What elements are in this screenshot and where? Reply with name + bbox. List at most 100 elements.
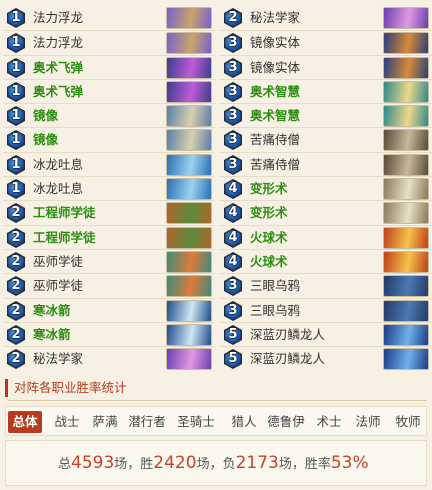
- deck-card-row[interactable]: 3 奥术智慧: [220, 78, 432, 103]
- class-tab[interactable]: 圣骑士: [174, 411, 218, 433]
- card-name[interactable]: 火球术: [250, 230, 288, 246]
- card-name[interactable]: 镜像: [33, 108, 58, 124]
- class-tab[interactable]: 法师: [351, 411, 385, 433]
- card-name[interactable]: 冰龙吐息: [33, 181, 83, 197]
- sorcerer-apprentice-art: [166, 275, 212, 298]
- mana-gem-icon: 3: [222, 105, 244, 127]
- class-tab[interactable]: 萨满: [88, 411, 122, 433]
- card-name[interactable]: 奥术飞弹: [33, 84, 83, 100]
- mirror-image-art: [166, 105, 212, 128]
- card-name[interactable]: 奥术飞弹: [33, 60, 83, 76]
- class-tab[interactable]: 战士: [50, 411, 84, 433]
- mana-cost: 3: [228, 302, 238, 318]
- deck-card-row[interactable]: 3 苦痛侍僧: [220, 151, 432, 176]
- mana-cost: 3: [228, 132, 238, 148]
- mana-gem-icon: 3: [222, 154, 244, 176]
- card-name[interactable]: 三眼乌鸦: [250, 303, 300, 319]
- deck-card-row[interactable]: 2 巫师学徒: [3, 248, 215, 273]
- mana-cost: 2: [11, 302, 21, 318]
- card-name[interactable]: 变形术: [250, 181, 288, 197]
- card-name[interactable]: 苦痛侍僧: [250, 132, 300, 148]
- card-name[interactable]: 秘法学家: [250, 10, 300, 26]
- deck-card-row[interactable]: 2 寒冰箭: [3, 297, 215, 322]
- deck-card-row[interactable]: 2 工程师学徒: [3, 200, 215, 225]
- card-name[interactable]: 深蓝刃鳞龙人: [250, 327, 325, 343]
- class-tab[interactable]: 猎人: [227, 411, 261, 433]
- three-eyed-raven-art: [383, 299, 429, 322]
- class-tab[interactable]: 德鲁伊: [264, 411, 308, 433]
- mana-gem-icon: 2: [5, 348, 27, 370]
- mirror-image-art: [166, 129, 212, 152]
- mana-cost: 2: [11, 253, 21, 269]
- card-name[interactable]: 深蓝刃鳞龙人: [250, 351, 325, 367]
- deck-card-row[interactable]: 5 深蓝刃鳞龙人: [220, 321, 432, 346]
- card-name[interactable]: 变形术: [250, 205, 288, 221]
- polymorph-art: [383, 178, 429, 201]
- deck-card-row[interactable]: 1 奥术飞弹: [3, 54, 215, 79]
- deck-card-row[interactable]: 1 镜像: [3, 103, 215, 128]
- mana-cost: 1: [11, 35, 21, 51]
- mana-gem-icon: 3: [222, 300, 244, 322]
- card-name[interactable]: 冰龙吐息: [33, 157, 83, 173]
- card-name[interactable]: 寒冰箭: [33, 327, 71, 343]
- arcanologist-art: [383, 7, 429, 29]
- deck-card-row[interactable]: 4 火球术: [220, 224, 432, 249]
- mana-cost: 3: [228, 59, 238, 75]
- deck-column-right: 2 秘法学家 3 镜像实体 3 镜像实体 3 奥术智慧 3 奥术智慧 3 苦痛侍僧 3 苦痛侍僧 4 变形术 4…: [220, 6, 432, 371]
- mana-gem-icon: 5: [222, 348, 244, 370]
- class-tab[interactable]: 总体: [8, 411, 42, 433]
- deck-card-row[interactable]: 2 工程师学徒: [3, 224, 215, 249]
- class-tab[interactable]: 牧师: [391, 411, 425, 433]
- card-name[interactable]: 工程师学徒: [33, 230, 96, 246]
- deck-card-row[interactable]: 3 三眼乌鸦: [220, 297, 432, 322]
- deck-card-row[interactable]: 1 冰龙吐息: [3, 176, 215, 201]
- card-name[interactable]: 火球术: [250, 254, 288, 270]
- deck-card-row[interactable]: 1 法力浮龙: [3, 6, 215, 30]
- card-name[interactable]: 奥术智慧: [250, 108, 300, 124]
- deck-card-row[interactable]: 4 变形术: [220, 200, 432, 225]
- mana-gem-icon: 1: [5, 129, 27, 151]
- deck-card-row[interactable]: 1 奥术飞弹: [3, 78, 215, 103]
- card-name[interactable]: 镜像实体: [250, 35, 300, 51]
- deck-column-left: 1 法力浮龙 1 法力浮龙 1 奥术飞弹 1 奥术飞弹 1 镜像 1 镜像 1 冰龙吐息 1 冰龙吐息 2 工程师…: [3, 6, 215, 371]
- deck-card-row[interactable]: 1 冰龙吐息: [3, 151, 215, 176]
- card-name[interactable]: 巫师学徒: [33, 278, 83, 294]
- deck-card-row[interactable]: 1 法力浮龙: [3, 30, 215, 55]
- card-name[interactable]: 镜像实体: [250, 60, 300, 76]
- losses-count: 2173: [235, 453, 279, 473]
- deck-card-row[interactable]: 3 镜像实体: [220, 30, 432, 55]
- deck-card-row[interactable]: 2 巫师学徒: [3, 273, 215, 298]
- card-name[interactable]: 三眼乌鸦: [250, 278, 300, 294]
- deck-card-row[interactable]: 2 寒冰箭: [3, 321, 215, 346]
- unit-text-3: 场，胜率: [278, 457, 331, 472]
- mana-gem-icon: 1: [5, 178, 27, 200]
- card-name[interactable]: 秘法学家: [33, 351, 83, 367]
- card-name[interactable]: 镜像: [33, 132, 58, 148]
- card-name[interactable]: 法力浮龙: [33, 35, 83, 51]
- deck-card-row[interactable]: 5 深蓝刃鳞龙人: [220, 346, 432, 371]
- mana-cost: 1: [11, 59, 21, 75]
- class-tab[interactable]: 潜行者: [125, 411, 169, 433]
- deck-card-row[interactable]: 2 秘法学家: [3, 346, 215, 371]
- mana-gem-icon: 2: [5, 227, 27, 249]
- card-name[interactable]: 工程师学徒: [33, 205, 96, 221]
- deck-card-row[interactable]: 4 变形术: [220, 176, 432, 201]
- engineer-apprentice-art: [166, 226, 212, 249]
- deck-card-row[interactable]: 1 镜像: [3, 127, 215, 152]
- deck-card-row[interactable]: 3 镜像实体: [220, 54, 432, 79]
- three-eyed-raven-art: [383, 275, 429, 298]
- class-tab[interactable]: 术士: [312, 411, 346, 433]
- mana-gem-icon: 3: [222, 81, 244, 103]
- card-name[interactable]: 法力浮龙: [33, 10, 83, 26]
- card-name[interactable]: 奥术智慧: [250, 84, 300, 100]
- card-name[interactable]: 巫师学徒: [33, 254, 83, 270]
- deck-card-row[interactable]: 4 火球术: [220, 248, 432, 273]
- deck-card-row[interactable]: 3 奥术智慧: [220, 103, 432, 128]
- deck-card-row[interactable]: 2 秘法学家: [220, 6, 432, 30]
- deck-card-row[interactable]: 3 三眼乌鸦: [220, 273, 432, 298]
- card-name[interactable]: 寒冰箭: [33, 303, 71, 319]
- card-name[interactable]: 苦痛侍僧: [250, 157, 300, 173]
- total-games: 4593: [71, 453, 115, 473]
- deck-card-row[interactable]: 3 苦痛侍僧: [220, 127, 432, 152]
- mana-gem-icon: 4: [222, 202, 244, 224]
